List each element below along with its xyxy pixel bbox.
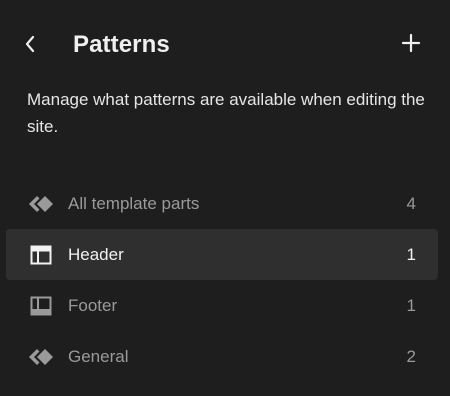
nav-item-general[interactable]: General 2 [6,331,438,382]
plus-icon [401,33,421,53]
nav-item-header[interactable]: Header 1 [6,229,438,280]
diamond-symbol-icon [28,344,54,370]
nav-item-label: Footer [68,295,118,315]
layout-header-icon [28,242,54,268]
nav-item-label: Header [68,244,124,264]
nav-item-label: General [68,346,129,366]
nav-item-count: 1 [406,295,416,315]
layout-footer-icon [28,293,54,319]
nav-item-footer[interactable]: Footer 1 [6,280,438,331]
nav-item-all-template-parts[interactable]: All template parts 4 [6,178,438,229]
nav-item-label: All template parts [68,193,200,213]
back-button[interactable] [16,30,44,58]
page-title: Patterns [73,31,170,58]
nav-item-count: 4 [406,193,416,213]
page-description: Manage what patterns are available when … [27,90,425,136]
sidebar-header: Patterns [0,0,450,90]
template-parts-nav: All template parts 4 Header 1 Footer 1 G… [6,178,438,382]
nav-item-count: 1 [406,244,416,264]
nav-item-count: 2 [406,346,416,366]
add-pattern-button[interactable] [396,28,426,58]
chevron-left-icon [25,35,35,53]
diamond-symbol-icon [28,191,54,217]
